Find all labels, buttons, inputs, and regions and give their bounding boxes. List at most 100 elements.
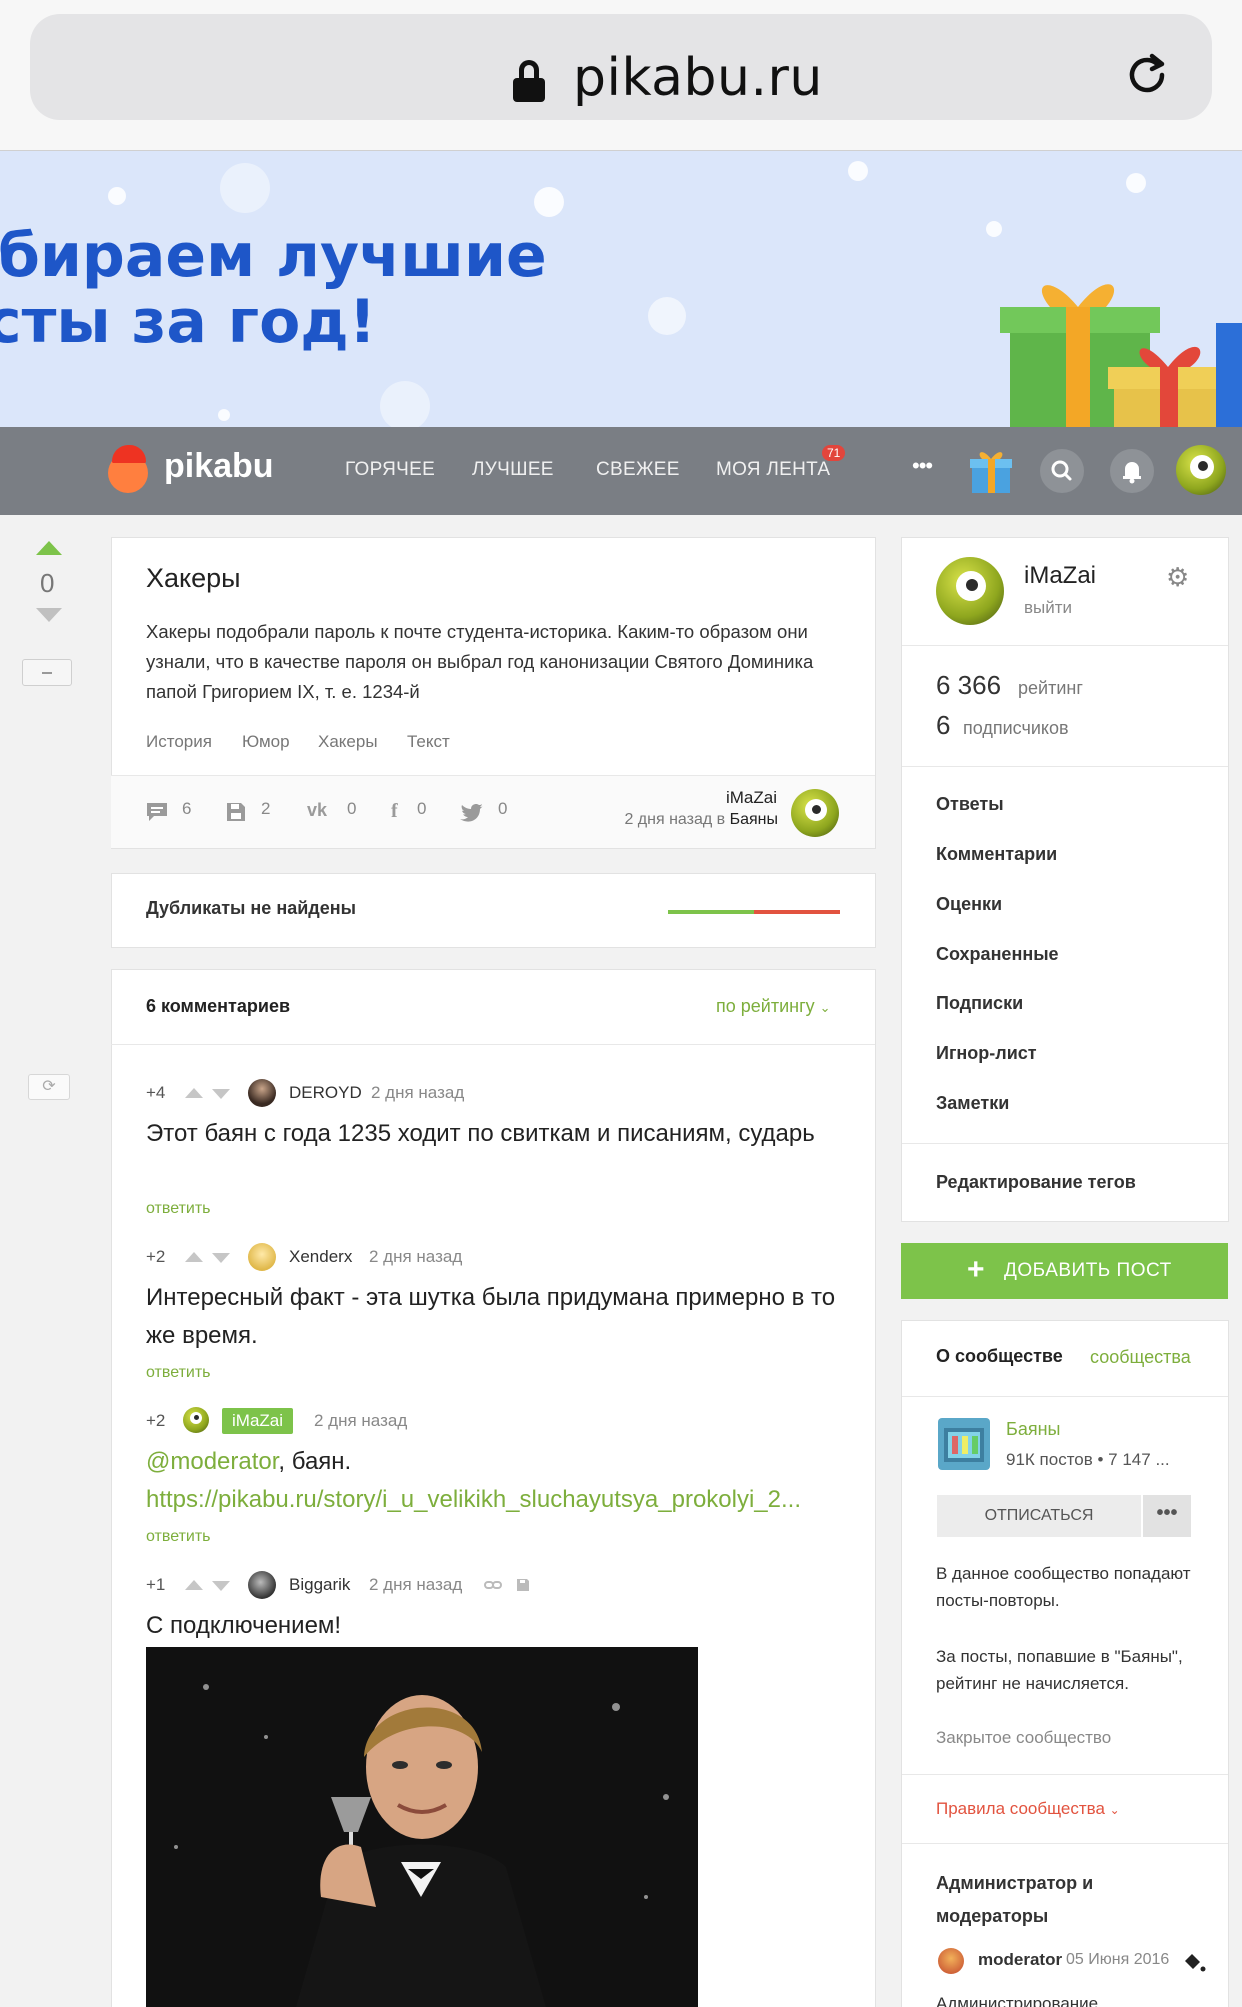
reload-icon[interactable] — [1122, 50, 1172, 100]
reply-link[interactable]: ответить — [146, 1364, 211, 1382]
tag-humor[interactable]: Юмор — [242, 732, 290, 752]
edit-tags-link[interactable]: Редактирование тегов — [936, 1172, 1136, 1193]
community-stats: 91К постов • 7 147 ... — [1006, 1450, 1170, 1469]
nav-fresh[interactable]: СВЕЖЕЕ — [596, 459, 680, 481]
twitter-share-icon[interactable] — [460, 804, 484, 822]
post-body: Хакеры подобрали пароль к почте студента… — [146, 621, 814, 702]
post-community[interactable]: Баяны — [730, 811, 778, 828]
comment-downvote-icon[interactable] — [212, 1253, 230, 1263]
comment-score: +1 — [146, 1575, 166, 1594]
admin-line: Администрирование — [936, 1994, 1099, 2007]
facebook-share-icon[interactable]: f — [391, 800, 398, 823]
community-rules-link[interactable]: Правила сообщества ⌄ — [936, 1799, 1120, 1819]
profile-avatar[interactable] — [936, 557, 1004, 625]
user-avatar[interactable] — [1176, 445, 1226, 495]
nav-my-feed[interactable]: МОЯ ЛЕНТА — [716, 459, 830, 481]
comment-url-text[interactable]: https://pikabu.ru/story/i_u_velikikh_slu… — [146, 1486, 801, 1513]
moderator-name[interactable]: moderator — [978, 1950, 1062, 1970]
reply-link[interactable]: ответить — [146, 1528, 211, 1546]
community-more-button[interactable]: ••• — [1143, 1495, 1191, 1537]
more-menu-icon[interactable]: ••• — [912, 453, 933, 479]
sidebar-item-saved[interactable]: Сохраненные — [936, 944, 1059, 965]
vk-share-icon[interactable]: vk — [307, 800, 327, 821]
search-button[interactable] — [1040, 449, 1084, 493]
comments-count: 6 — [182, 799, 192, 818]
facebook-count: 0 — [417, 799, 427, 818]
address-bar[interactable]: pikabu.ru — [30, 14, 1212, 120]
url-text[interactable]: pikabu.ru — [573, 48, 823, 108]
community-name[interactable]: Баяны — [1006, 1419, 1060, 1440]
tag-history[interactable]: История — [146, 732, 212, 752]
comment-user[interactable]: Xenderx — [289, 1247, 352, 1267]
comment-downvote-icon[interactable] — [212, 1089, 230, 1099]
comment-user-badge[interactable]: iMaZai — [222, 1408, 294, 1434]
comment-score: +2 — [146, 1411, 166, 1430]
nav-best[interactable]: ЛУЧШЕЕ — [472, 459, 554, 481]
comment-downvote-icon[interactable] — [212, 1581, 230, 1591]
gear-icon[interactable]: ⚙ — [1166, 564, 1192, 590]
post-author-avatar[interactable] — [791, 789, 839, 837]
comment-avatar[interactable] — [248, 1243, 276, 1271]
comment-avatar[interactable] — [248, 1571, 276, 1599]
comment-time: 2 дня назад — [369, 1575, 463, 1594]
promo-banner[interactable]: бираем лучшие сты за год! — [0, 151, 1242, 427]
sidebar-item-notes[interactable]: Заметки — [936, 1093, 1009, 1114]
comment-avatar[interactable] — [183, 1407, 209, 1433]
banner-line-2: сты за год! — [0, 287, 377, 357]
twitter-count: 0 — [498, 799, 508, 818]
duplicates-bar-green — [668, 910, 754, 914]
post-meta: 2 дня назад в Баяны — [560, 811, 778, 829]
comment-upvote-icon[interactable] — [185, 1580, 203, 1590]
save-icon[interactable] — [226, 802, 246, 822]
sidebar-item-replies[interactable]: Ответы — [936, 794, 1004, 815]
sidebar-item-ratings[interactable]: Оценки — [936, 894, 1002, 915]
comment-user[interactable]: Biggarik — [289, 1575, 350, 1595]
save-comment-icon[interactable] — [516, 1578, 530, 1592]
profile-username[interactable]: iMaZai — [1024, 562, 1096, 590]
comments-header: 6 комментариев — [146, 996, 291, 1016]
upvote-arrow-icon[interactable] — [36, 541, 62, 555]
saves-count: 2 — [261, 799, 271, 818]
notifications-button[interactable] — [1110, 449, 1154, 493]
comment-text: @moderator, баян. — [146, 1443, 846, 1481]
unsubscribe-button[interactable]: ОТПИСАТЬСЯ — [937, 1495, 1141, 1537]
logo-text[interactable]: pikabu — [164, 447, 274, 486]
about-community-tab[interactable]: О сообществе — [936, 1346, 1063, 1367]
add-post-button[interactable]: + ДОБАВИТЬ ПОСТ — [901, 1243, 1228, 1299]
comment-avatar[interactable] — [248, 1079, 276, 1107]
moderator-avatar[interactable] — [938, 1948, 964, 1974]
nav-hot[interactable]: ГОРЯЧЕЕ — [345, 459, 435, 481]
tag-text[interactable]: Текст — [407, 732, 450, 752]
comment-image[interactable] — [146, 1647, 698, 2007]
comment-score: +4 — [146, 1083, 166, 1102]
tag-hackers[interactable]: Хакеры — [318, 732, 378, 752]
comments-sort-dropdown[interactable]: по рейтингу ⌄ — [716, 996, 831, 1017]
sidebar-item-comments[interactable]: Комментарии — [936, 844, 1057, 865]
comment-url-link[interactable]: https://pikabu.ru/story/i_u_velikikh_slu… — [146, 1481, 846, 1519]
moderator-date: 05 Июня 2016 — [1066, 1951, 1170, 1968]
post-author[interactable]: iMaZai — [723, 788, 777, 808]
sidebar-item-subscriptions[interactable]: Подписки — [936, 993, 1023, 1014]
comment-upvote-icon[interactable] — [185, 1088, 203, 1098]
add-post-label: ДОБАВИТЬ ПОСТ — [1004, 1260, 1172, 1281]
communities-tab[interactable]: сообщества — [1090, 1347, 1191, 1368]
mention-link[interactable]: @moderator — [146, 1448, 278, 1475]
downvote-arrow-icon[interactable] — [36, 608, 62, 622]
reply-link[interactable]: ответить — [146, 1200, 211, 1218]
top-nav: pikabu ГОРЯЧЕЕ ЛУЧШЕЕ СВЕЖЕЕ МОЯ ЛЕНТА 7… — [0, 427, 1242, 515]
closed-community-label: Закрытое сообщество — [936, 1728, 1112, 1747]
community-avatar[interactable] — [938, 1418, 990, 1470]
comments-icon[interactable] — [146, 802, 168, 822]
sidebar-item-ignore-list[interactable]: Игнор-лист — [936, 1043, 1037, 1064]
vk-count: 0 — [347, 799, 357, 818]
gift-icon[interactable] — [968, 447, 1014, 495]
link-icon[interactable] — [484, 1580, 502, 1590]
collapse-post-button[interactable] — [22, 659, 72, 686]
post-title[interactable]: Хакеры — [146, 563, 241, 594]
post-score: 0 — [40, 568, 55, 598]
gatsby-toast-image — [146, 1647, 698, 2007]
logout-link[interactable]: выйти — [1024, 598, 1072, 618]
comment-upvote-icon[interactable] — [185, 1252, 203, 1262]
refresh-comments-button[interactable]: ⟳ — [28, 1074, 70, 1100]
comment-user[interactable]: DEROYD — [289, 1083, 362, 1103]
